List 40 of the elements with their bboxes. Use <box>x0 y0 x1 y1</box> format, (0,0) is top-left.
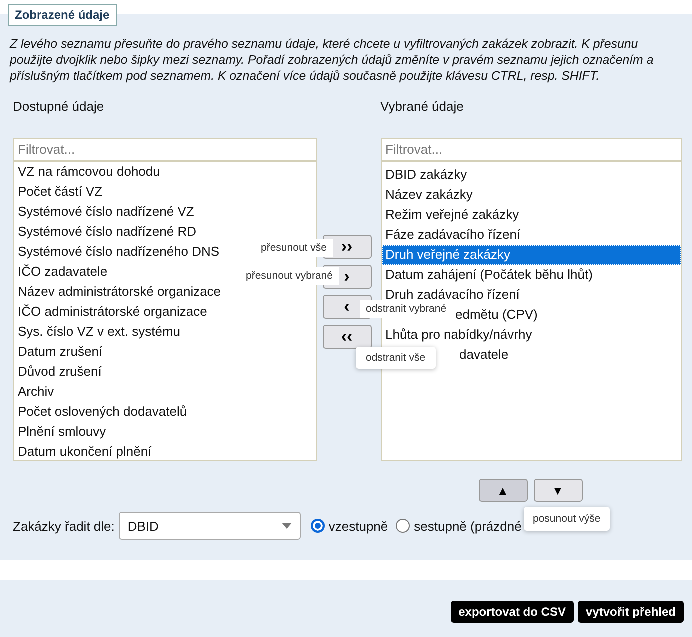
radio-button[interactable] <box>310 519 325 533</box>
list-item[interactable]: Archiv <box>14 382 316 402</box>
list-item[interactable]: IČO administrátorské organizace <box>14 302 316 322</box>
list-item[interactable]: Počet částí VZ <box>14 182 316 202</box>
list-item[interactable]: Fáze zadávacího řízení <box>382 225 681 245</box>
list-item[interactable]: VZ na rámcovou dohodu <box>14 162 316 182</box>
list-item[interactable]: Název zakázky <box>382 185 681 205</box>
list-item[interactable]: Systémové číslo nadřízené VZ <box>14 202 316 222</box>
list-item[interactable]: Datum zahájení (Počátek běhu lhůt) <box>382 265 681 285</box>
tooltip: odstranit vše <box>356 347 436 369</box>
sort-label: Zakázky řadit dle: <box>13 518 115 534</box>
radio-button[interactable] <box>396 519 410 533</box>
list-item[interactable]: Název administrátorské organizace <box>14 282 316 302</box>
radio-label[interactable]: vzestupně <box>328 518 388 534</box>
caret-icon <box>282 523 292 529</box>
list-item[interactable]: Lhůta pro nabídky/návrhy <box>382 325 681 345</box>
list-label: Vybrané údaje <box>380 98 465 116</box>
list-item[interactable]: Druh veřejné zakázky <box>382 245 681 265</box>
list-item[interactable]: Datum zrušení <box>14 342 316 362</box>
filter-field[interactable]: Filtrovat... <box>380 138 682 161</box>
list-item[interactable]: Plnění smlouvy <box>14 422 316 442</box>
transfer-button[interactable]: ‹‹ <box>322 325 372 349</box>
list-item[interactable]: DBID zakázky <box>382 165 681 185</box>
action-button[interactable]: exportovat do CSV <box>450 601 574 623</box>
action-button[interactable]: vytvořit přehled <box>578 601 684 623</box>
move-button[interactable]: ▲ <box>478 479 528 502</box>
list-item[interactable]: Systémové číslo nadřízené RD <box>14 222 316 242</box>
list-item[interactable]: Počet oslovených dodavatelů <box>14 402 316 422</box>
list-item[interactable]: Důvod zrušení <box>14 362 316 382</box>
list-item[interactable]: Režim veřejné zakázky <box>382 205 681 225</box>
list-item[interactable]: Sys. číslo VZ v ext. systému <box>14 322 316 342</box>
list-label: Dostupné údaje <box>13 98 106 116</box>
move-button[interactable]: ▼ <box>534 479 582 502</box>
section-legend: Zobrazené údaje <box>8 4 117 26</box>
tooltip: posunout výše <box>524 507 610 531</box>
filter-field[interactable]: Filtrovat... <box>13 138 316 161</box>
sort-select[interactable]: DBID <box>118 512 301 540</box>
instructions-text: Z levého seznamu přesuňte do pravého seznamu údaje, které chcete u vyfiltrovaných zakázek zobrazit. K přesunu použijte dvojklik nebo šipky mezi seznamy. Pořadí zobrazených údajů změníte v pravém seznamu jejich označením a příslušným tlačítkem pod seznamem. K označení více údajů současně použijte klávesu CTRL, resp. SHIFT. <box>10 36 655 84</box>
list-item[interactable]: Datum ukončení plnění <box>14 442 316 460</box>
radio-label[interactable]: sestupně (prázdné <box>414 518 522 534</box>
